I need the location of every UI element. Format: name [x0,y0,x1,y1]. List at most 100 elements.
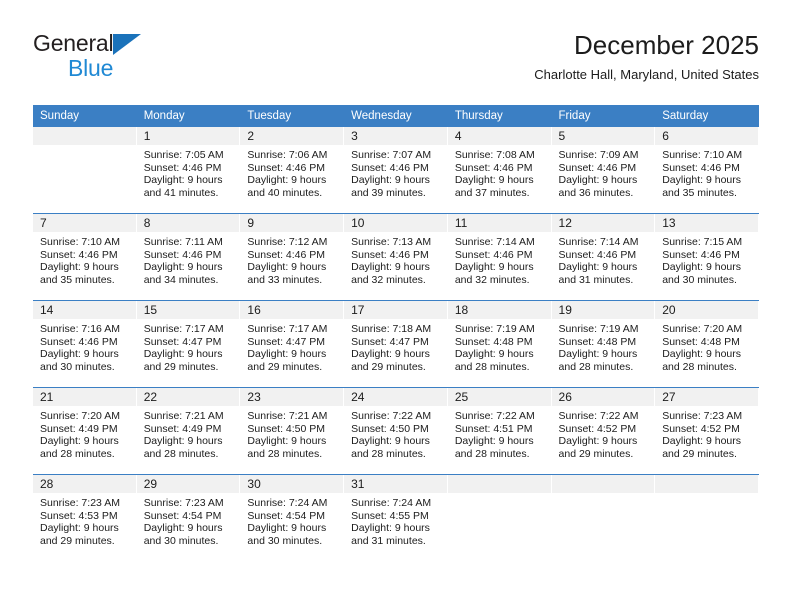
day-sunset-line: Sunset: 4:46 PM [351,161,429,174]
calendar-cell: 11 Sunrise: 7:14 AM Sunset: 4:46 PM Dayligh… [447,213,552,301]
calendar-day-cell[interactable]: 6 Sunrise: 7:10 AM Sunset: 4:46 PM Daylight… [655,127,759,213]
calendar-cell: 27 Sunrise: 7:23 AM Sunset: 4:52 PM Dayligh… [655,387,759,475]
day-sunrise-line: Sunrise: 7:14 AM [454,236,535,248]
calendar-cell [447,474,552,559]
day-sunrise-line: Sunrise: 7:18 AM [351,323,432,335]
calendar-day-cell[interactable]: 1 Sunrise: 7:05 AM Sunset: 4:46 PM Daylight… [136,127,241,213]
day-details: Sunrise: 7:23 AM Sunset: 4:53 PM Daylight:… [33,493,136,547]
day-sunrise-line: Sunrise: 7:22 AM [351,410,432,422]
calendar-day-cell[interactable]: 17 Sunrise: 7:18 AM Sunset: 4:47 PM Dayligh… [344,301,448,387]
calendar-day-cell[interactable]: 18 Sunrise: 7:19 AM Sunset: 4:48 PM Dayligh… [447,301,552,387]
calendar-day-cell-empty [33,127,137,213]
calendar-day-cell[interactable]: 13 Sunrise: 7:15 AM Sunset: 4:46 PM Dayligh… [655,214,759,300]
calendar-day-cell[interactable]: 11 Sunrise: 7:14 AM Sunset: 4:46 PM Dayligh… [447,214,552,300]
day-daylight-line: Daylight: 9 hours [247,522,327,535]
day-sunset-line: Sunset: 4:51 PM [454,422,533,435]
day-daylight-line: Daylight: 9 hours [558,261,638,274]
day-number [447,475,551,493]
day-daylight-line: Daylight: 9 hours [247,435,327,448]
calendar-cell: 8 Sunrise: 7:11 AM Sunset: 4:46 PM Daylight… [136,213,241,301]
day-daylight-line: and 28 minutes. [247,447,323,460]
calendar-day-cell[interactable]: 26 Sunrise: 7:22 AM Sunset: 4:52 PM Dayligh… [551,388,656,474]
day-number: 16 [240,301,344,319]
day-sunrise-line: Sunrise: 7:19 AM [454,323,535,335]
day-number: 8 [136,214,240,232]
calendar-day-cell[interactable]: 21 Sunrise: 7:20 AM Sunset: 4:49 PM Dayligh… [33,388,137,474]
calendar-day-cell[interactable]: 15 Sunrise: 7:17 AM Sunset: 4:47 PM Dayligh… [136,301,241,387]
calendar-cell: 31 Sunrise: 7:24 AM Sunset: 4:55 PM Dayligh… [344,474,448,559]
day-daylight-line: and 28 minutes. [40,447,115,460]
calendar-day-cell[interactable]: 14 Sunrise: 7:16 AM Sunset: 4:46 PM Dayligh… [33,301,137,387]
day-sunrise-line: Sunrise: 7:17 AM [143,323,224,335]
day-details: Sunrise: 7:20 AM Sunset: 4:48 PM Daylight:… [655,319,758,373]
day-daylight-line: and 30 minutes. [247,534,323,547]
calendar-day-cell[interactable]: 24 Sunrise: 7:22 AM Sunset: 4:50 PM Dayligh… [344,388,448,474]
day-details: Sunrise: 7:21 AM Sunset: 4:49 PM Daylight:… [137,406,240,460]
day-details: Sunrise: 7:05 AM Sunset: 4:46 PM Daylight:… [137,145,240,199]
calendar-day-cell[interactable]: 7 Sunrise: 7:10 AM Sunset: 4:46 PM Daylight… [33,214,137,300]
day-number [551,475,655,493]
day-sunrise-line: Sunrise: 7:10 AM [662,149,743,161]
day-daylight-line: and 37 minutes. [454,186,530,199]
calendar-cell: 14 Sunrise: 7:16 AM Sunset: 4:46 PM Dayligh… [33,300,137,388]
calendar-day-cell[interactable]: 30 Sunrise: 7:24 AM Sunset: 4:54 PM Dayligh… [240,475,345,559]
calendar-day-cell[interactable]: 31 Sunrise: 7:24 AM Sunset: 4:55 PM Dayligh… [344,475,448,559]
day-sunset-line: Sunset: 4:52 PM [662,422,740,435]
day-details: Sunrise: 7:07 AM Sunset: 4:46 PM Daylight:… [344,145,447,199]
calendar-day-cell[interactable]: 10 Sunrise: 7:13 AM Sunset: 4:46 PM Dayligh… [344,214,448,300]
calendar-day-cell[interactable]: 8 Sunrise: 7:11 AM Sunset: 4:46 PM Daylight… [136,214,241,300]
day-details: Sunrise: 7:06 AM Sunset: 4:46 PM Daylight:… [240,145,343,199]
calendar-day-cell[interactable]: 23 Sunrise: 7:21 AM Sunset: 4:50 PM Dayligh… [240,388,345,474]
logo-word-blue: Blue [68,55,114,81]
calendar-day-cell[interactable]: 22 Sunrise: 7:21 AM Sunset: 4:49 PM Dayligh… [136,388,241,474]
day-details: Sunrise: 7:19 AM Sunset: 4:48 PM Daylight:… [552,319,655,373]
generalblue-logo[interactable]: General Blue [33,30,183,82]
day-daylight-line: and 34 minutes. [143,273,219,286]
day-daylight-line: Daylight: 9 hours [558,348,638,361]
day-sunset-line: Sunset: 4:53 PM [40,509,118,522]
calendar-day-cell[interactable]: 2 Sunrise: 7:06 AM Sunset: 4:46 PM Daylight… [240,127,345,213]
day-daylight-line: Daylight: 9 hours [247,261,327,274]
day-sunset-line: Sunset: 4:46 PM [40,248,118,261]
day-daylight-line: Daylight: 9 hours [351,174,430,187]
calendar-cell: 23 Sunrise: 7:21 AM Sunset: 4:50 PM Dayligh… [240,387,345,475]
day-details: Sunrise: 7:21 AM Sunset: 4:50 PM Daylight:… [240,406,343,460]
calendar-week-row: 7 Sunrise: 7:10 AM Sunset: 4:46 PM Daylight… [33,213,759,301]
day-daylight-line: and 29 minutes. [143,360,219,373]
calendar-day-cell[interactable]: 20 Sunrise: 7:20 AM Sunset: 4:48 PM Dayligh… [655,301,759,387]
calendar-day-cell-empty [655,475,759,559]
day-daylight-line: and 28 minutes. [454,360,530,373]
calendar-week-row: 21 Sunrise: 7:20 AM Sunset: 4:49 PM Dayligh… [33,387,759,475]
calendar-cell: 21 Sunrise: 7:20 AM Sunset: 4:49 PM Dayligh… [33,387,137,475]
calendar-day-cell[interactable]: 19 Sunrise: 7:19 AM Sunset: 4:48 PM Dayligh… [551,301,656,387]
calendar-day-cell[interactable]: 5 Sunrise: 7:09 AM Sunset: 4:46 PM Daylight… [551,127,656,213]
day-daylight-line: Daylight: 9 hours [40,522,119,535]
calendar-cell: 13 Sunrise: 7:15 AM Sunset: 4:46 PM Dayligh… [655,213,759,301]
calendar-day-cell[interactable]: 27 Sunrise: 7:23 AM Sunset: 4:52 PM Dayligh… [655,388,759,474]
calendar-day-cell[interactable]: 29 Sunrise: 7:23 AM Sunset: 4:54 PM Dayligh… [136,475,241,559]
calendar-cell: 19 Sunrise: 7:19 AM Sunset: 4:48 PM Dayligh… [551,300,656,388]
calendar-day-cell[interactable]: 16 Sunrise: 7:17 AM Sunset: 4:47 PM Dayligh… [240,301,345,387]
day-daylight-line: Daylight: 9 hours [351,522,430,535]
calendar-day-cell[interactable]: 25 Sunrise: 7:22 AM Sunset: 4:51 PM Dayligh… [447,388,552,474]
day-number: 21 [33,388,136,406]
day-daylight-line: and 30 minutes. [143,534,219,547]
page-header: General Blue December 2025 Charlotte Hal… [33,28,759,96]
day-daylight-line: and 31 minutes. [558,273,634,286]
day-sunset-line: Sunset: 4:49 PM [40,422,118,435]
calendar-header-row: Sunday Monday Tuesday Wednesday Thursday… [33,105,759,127]
calendar-day-cell[interactable]: 12 Sunrise: 7:14 AM Sunset: 4:46 PM Dayligh… [551,214,656,300]
calendar-day-cell[interactable]: 9 Sunrise: 7:12 AM Sunset: 4:46 PM Daylight… [240,214,345,300]
calendar-day-cell[interactable]: 4 Sunrise: 7:08 AM Sunset: 4:46 PM Daylight… [447,127,552,213]
day-details: Sunrise: 7:24 AM Sunset: 4:55 PM Daylight:… [344,493,447,547]
day-daylight-line: Daylight: 9 hours [558,435,638,448]
logo-word-general: General [33,30,114,56]
day-number: 11 [447,214,551,232]
day-daylight-line: and 30 minutes. [40,360,115,373]
day-sunset-line: Sunset: 4:47 PM [351,335,429,348]
calendar-day-cell[interactable]: 3 Sunrise: 7:07 AM Sunset: 4:46 PM Daylight… [344,127,448,213]
calendar-day-cell[interactable]: 28 Sunrise: 7:23 AM Sunset: 4:53 PM Dayligh… [33,475,137,559]
calendar-cell [551,474,656,559]
day-daylight-line: Daylight: 9 hours [662,261,742,274]
day-number: 3 [344,127,447,145]
